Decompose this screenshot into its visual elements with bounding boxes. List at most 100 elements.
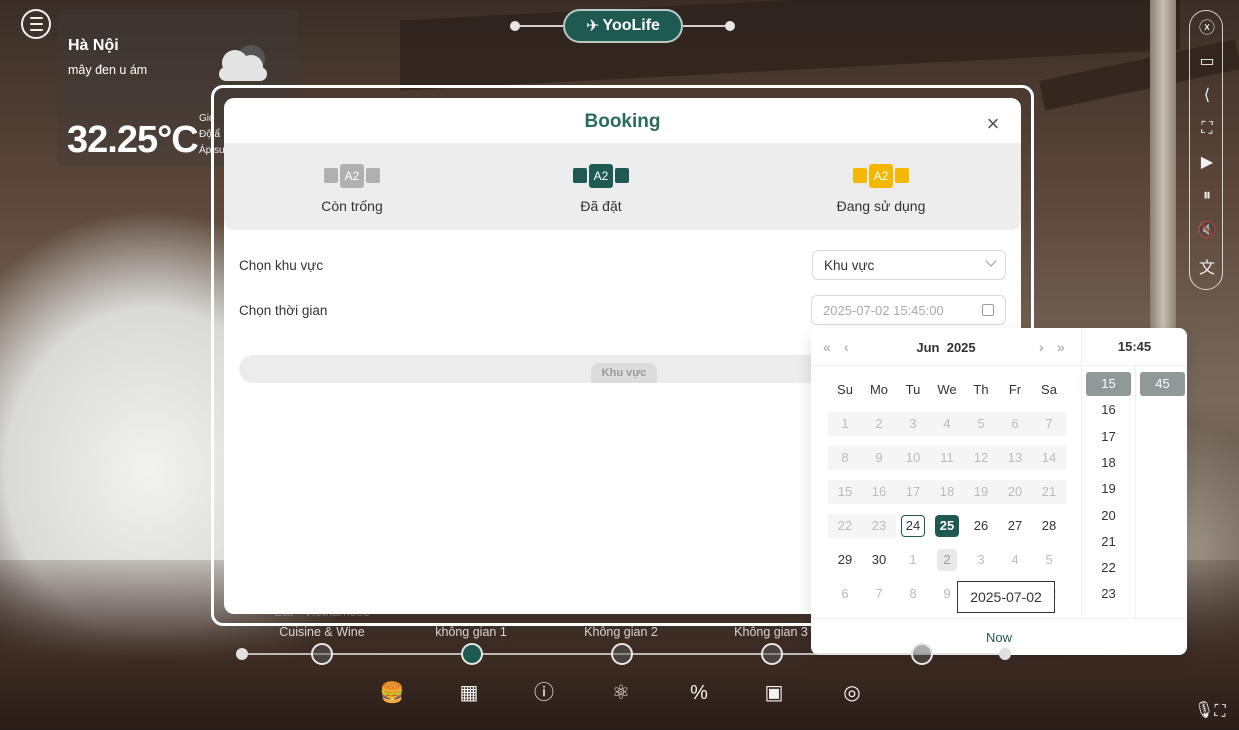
picker-footer: Now — [811, 618, 1187, 655]
weekday-header: Mo — [869, 382, 889, 397]
calendar-day[interactable]: 24 — [896, 514, 930, 538]
calendar-day[interactable]: 4 — [930, 412, 964, 436]
calendar-day[interactable]: 9 — [862, 446, 896, 470]
chevron-down-icon — [985, 255, 997, 267]
scene-label-khong-gian-2[interactable]: Không gian 2 — [561, 625, 681, 639]
legend-in-use: A2 Đang sử dụng — [801, 163, 961, 214]
seat-legend: A2 Còn trống A2 Đã đặt A2 Đang sử dụng — [224, 143, 1021, 230]
legend-available: A2 Còn trống — [272, 163, 432, 214]
calendar-day[interactable]: 17 — [896, 480, 930, 504]
scene-label-cuisine[interactable]: Cuisine & Wine — [262, 625, 382, 639]
calendar-day[interactable]: 1 — [828, 412, 862, 436]
pause-icon[interactable]: ⏸ — [1196, 185, 1218, 207]
minute-option[interactable]: 45 — [1140, 372, 1185, 396]
hour-option[interactable]: 17 — [1086, 425, 1131, 449]
close-icon[interactable]: ⓧ — [1196, 15, 1218, 37]
hour-option[interactable]: 22 — [1086, 556, 1131, 580]
hour-option[interactable]: 16 — [1086, 398, 1131, 422]
modal-title: Booking — [584, 111, 661, 132]
modal-close-button[interactable]: × — [983, 113, 1003, 135]
discount-icon[interactable]: % — [686, 680, 712, 706]
scene-pin-cuisine[interactable] — [311, 643, 333, 665]
scene-pin-khong-gian-1[interactable] — [461, 643, 483, 665]
yoolife-logo[interactable]: ✈ YooLife — [563, 9, 683, 43]
area-select[interactable]: Khu vực — [812, 250, 1006, 280]
datetime-picker: « ‹ Jun 2025 › » Su Mo Tu We Th Fr Sa 1 2 3 4 5 6 7 8 9… — [811, 328, 1187, 655]
scene-pin-khong-gian-3[interactable] — [761, 643, 783, 665]
calendar-day[interactable]: 7 — [862, 582, 896, 606]
calendar-day[interactable]: 11 — [930, 446, 964, 470]
calendar-day[interactable]: 6 — [998, 412, 1032, 436]
calendar-day[interactable]: 20 — [998, 480, 1032, 504]
fullscreen-icon[interactable]: ⛶ — [1196, 118, 1218, 140]
calendar-day[interactable]: 28 — [1032, 514, 1066, 538]
calendar-day[interactable]: 8 — [828, 446, 862, 470]
calendar-day[interactable]: 30 — [862, 548, 896, 572]
date-tooltip: 2025-07-02 — [957, 581, 1055, 613]
area-tab[interactable]: Khu vực — [591, 363, 657, 383]
hour-column[interactable]: 15 16 17 18 19 20 21 22 23 — [1081, 366, 1135, 618]
calendar-day[interactable]: 2 — [862, 412, 896, 436]
calendar-day[interactable]: 7 — [1032, 412, 1066, 436]
calendar-day[interactable]: 19 — [964, 480, 998, 504]
calendar-day[interactable]: 25 — [930, 514, 964, 538]
calendar-day[interactable]: 26 — [964, 514, 998, 538]
track-start-dot — [236, 648, 248, 660]
hour-option[interactable]: 15 — [1086, 372, 1131, 396]
video-icon[interactable]: ▶ — [1196, 151, 1218, 173]
atom-icon[interactable]: ⚛ — [608, 680, 634, 706]
calendar-day[interactable]: 21 — [1032, 480, 1066, 504]
calendar-day[interactable]: 29 — [828, 548, 862, 572]
hour-option[interactable]: 21 — [1086, 530, 1131, 554]
info-icon[interactable]: ⓘ — [531, 680, 557, 706]
cloud-icon — [219, 45, 267, 81]
calendar-day[interactable]: 8 — [896, 582, 930, 606]
mute-icon[interactable]: 🔇 — [1196, 219, 1218, 241]
now-button[interactable]: Now — [811, 630, 1187, 645]
menu-button[interactable] — [21, 9, 51, 39]
calendar-day[interactable]: 27 — [998, 514, 1032, 538]
calendar-day[interactable]: 15 — [828, 480, 862, 504]
next-year-icon[interactable]: » — [1057, 339, 1065, 355]
scene-label-khong-gian-1[interactable]: không gian 1 — [411, 625, 531, 639]
calendar-day[interactable]: 4 — [998, 548, 1032, 572]
next-month-icon[interactable]: › — [1039, 339, 1044, 355]
calendar-day[interactable]: 14 — [1032, 446, 1066, 470]
calendar-day[interactable]: 3 — [964, 548, 998, 572]
voucher-icon[interactable]: ◎ — [839, 680, 865, 706]
share-icon[interactable]: ⟨ — [1196, 84, 1218, 106]
right-toolbar: ⓧ ▭ ⟨ ⛶ ▶ ⏸ 🔇 文 — [1189, 10, 1223, 290]
vr-icon[interactable]: ▭ — [1196, 50, 1218, 72]
calendar-day[interactable]: 5 — [964, 412, 998, 436]
calendar-day[interactable]: 16 — [862, 480, 896, 504]
calendar-day[interactable]: 22 — [828, 514, 862, 538]
grid-icon[interactable]: ▦ — [456, 680, 482, 706]
food-drink-icon[interactable]: 🍔 — [379, 680, 405, 706]
hour-option[interactable]: 23 — [1086, 582, 1131, 606]
calendar-day[interactable]: 10 — [896, 446, 930, 470]
calendar-day[interactable]: 13 — [998, 446, 1032, 470]
calendar-day[interactable]: 2 — [930, 548, 964, 572]
logo-mark-icon: ✈ — [586, 18, 600, 35]
scene-label-khong-gian-3[interactable]: Không gian 3 — [711, 625, 831, 639]
calendar-day[interactable]: 1 — [896, 548, 930, 572]
calendar-day[interactable]: 23 — [862, 514, 896, 538]
weekday-header: Sa — [1041, 382, 1057, 397]
scene-pin-more[interactable] — [911, 643, 933, 665]
area-bar: Khu vực — [239, 355, 839, 383]
scene-label-faded: Eat - Vietnamese — [274, 605, 370, 619]
translate-icon[interactable]: 文 — [1196, 255, 1218, 277]
scene-pin-khong-gian-2[interactable] — [611, 643, 633, 665]
calendar-day[interactable]: 18 — [930, 480, 964, 504]
hour-option[interactable]: 18 — [1086, 451, 1131, 475]
expand-icon[interactable]: ⛶ — [1207, 699, 1233, 725]
datetime-input[interactable]: 2025-07-02 15:45:00 — [811, 295, 1006, 325]
calendar-day[interactable]: 5 — [1032, 548, 1066, 572]
calendar-day[interactable]: 6 — [828, 582, 862, 606]
hour-option[interactable]: 19 — [1086, 477, 1131, 501]
calendar-day[interactable]: 3 — [896, 412, 930, 436]
hour-option[interactable]: 20 — [1086, 504, 1131, 528]
minute-column[interactable]: 45 — [1135, 366, 1187, 618]
calendar-day[interactable]: 12 — [964, 446, 998, 470]
gallery-icon[interactable]: ▣ — [761, 680, 787, 706]
